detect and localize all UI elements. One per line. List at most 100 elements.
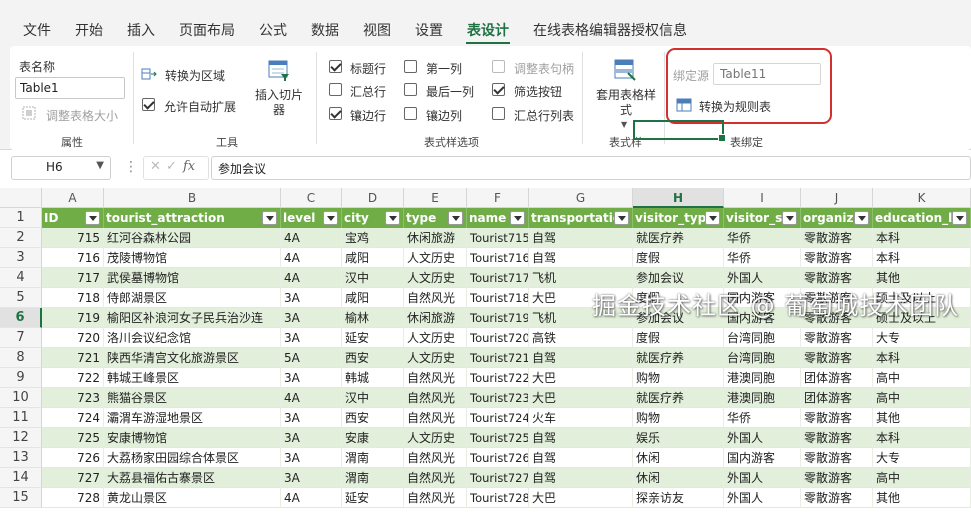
column-header-i[interactable]: I <box>724 188 801 208</box>
table-header-cell[interactable]: transportation <box>529 208 633 228</box>
table-cell[interactable]: 外国人 <box>724 268 801 288</box>
table-cell[interactable]: 自驾 <box>529 228 633 248</box>
table-cell[interactable]: 华侨 <box>724 248 801 268</box>
row-header-10[interactable]: 10 <box>0 388 42 408</box>
column-header-k[interactable]: K <box>873 188 971 208</box>
column-header-f[interactable]: F <box>467 188 529 208</box>
table-header-cell[interactable]: visitor_type <box>633 208 724 228</box>
banded-rows-checkbox[interactable] <box>329 107 342 120</box>
table-cell[interactable]: 汉中 <box>342 268 404 288</box>
table-cell[interactable]: 汉中 <box>342 388 404 408</box>
table-name-input[interactable] <box>15 77 125 99</box>
table-cell[interactable]: 本科 <box>873 248 971 268</box>
table-cell[interactable]: 3A <box>281 448 342 468</box>
table-cell[interactable]: Tourist716 <box>467 248 529 268</box>
table-cell[interactable]: 娱乐 <box>633 428 724 448</box>
table-cell[interactable]: 零散游客 <box>801 448 873 468</box>
formula-input[interactable]: 参加会议 <box>211 156 971 180</box>
table-cell[interactable]: 其他 <box>873 408 971 428</box>
table-cell[interactable]: 度假 <box>633 248 724 268</box>
table-cell[interactable]: Tourist718 <box>467 288 529 308</box>
row-header-15[interactable]: 15 <box>0 488 42 508</box>
column-header-e[interactable]: E <box>404 188 467 208</box>
table-cell[interactable]: 自然风光 <box>404 388 467 408</box>
select-all-corner[interactable] <box>0 188 42 208</box>
filter-dropdown-icon[interactable] <box>705 211 720 225</box>
table-cell[interactable]: Tourist728 <box>467 488 529 508</box>
table-cell[interactable]: Tourist726 <box>467 448 529 468</box>
table-cell[interactable]: 721 <box>42 348 104 368</box>
name-box[interactable]: H6 ▼ <box>11 156 111 180</box>
table-cell[interactable]: 熊猫谷景区 <box>104 388 281 408</box>
table-cell[interactable]: 高铁 <box>529 328 633 348</box>
table-cell[interactable]: 零散游客 <box>801 468 873 488</box>
table-cell[interactable]: 715 <box>42 228 104 248</box>
table-header-cell[interactable]: city <box>342 208 404 228</box>
row-header-1[interactable]: 1 <box>0 208 42 228</box>
column-header-j[interactable]: J <box>801 188 873 208</box>
table-cell[interactable]: 本科 <box>873 348 971 368</box>
table-header-cell[interactable]: education_l <box>873 208 971 228</box>
filter-dropdown-icon[interactable] <box>323 211 338 225</box>
table-cell[interactable]: Tourist724 <box>467 408 529 428</box>
table-cell[interactable]: 韩城王峰景区 <box>104 368 281 388</box>
tab-page-layout[interactable]: 页面布局 <box>179 20 235 40</box>
table-cell[interactable]: 人文历史 <box>404 248 467 268</box>
table-cell[interactable]: 4A <box>281 388 342 408</box>
table-cell[interactable]: 黄龙山景区 <box>104 488 281 508</box>
table-cell[interactable]: 726 <box>42 448 104 468</box>
tab-file[interactable]: 文件 <box>23 20 51 40</box>
filter-dropdown-icon[interactable] <box>85 211 100 225</box>
filter-dropdown-icon[interactable] <box>614 211 629 225</box>
table-cell[interactable]: 外国人 <box>724 468 801 488</box>
total-row-list-checkbox[interactable] <box>492 107 505 120</box>
table-cell[interactable]: 飞机 <box>529 268 633 288</box>
table-cell[interactable]: 零散游客 <box>801 228 873 248</box>
table-cell[interactable]: 国内游客 <box>724 448 801 468</box>
table-cell[interactable]: 自然风光 <box>404 448 467 468</box>
table-cell[interactable]: 韩城 <box>342 368 404 388</box>
filter-dropdown-icon[interactable] <box>262 211 277 225</box>
filter-dropdown-icon[interactable] <box>510 211 525 225</box>
table-cell[interactable]: 3A <box>281 288 342 308</box>
table-cell[interactable]: 4A <box>281 488 342 508</box>
filter-dropdown-icon[interactable] <box>782 211 797 225</box>
table-cell[interactable]: 高中 <box>873 468 971 488</box>
table-cell[interactable]: 西安 <box>342 408 404 428</box>
table-cell[interactable]: 718 <box>42 288 104 308</box>
table-cell[interactable]: 723 <box>42 388 104 408</box>
tab-view[interactable]: 视图 <box>363 20 391 40</box>
total-row-checkbox[interactable] <box>329 83 342 96</box>
table-cell[interactable]: 休闲 <box>633 468 724 488</box>
table-cell[interactable]: 渭南 <box>342 448 404 468</box>
table-cell[interactable]: 外国人 <box>724 428 801 448</box>
more-icon[interactable]: ⋮ <box>124 159 138 175</box>
table-cell[interactable]: 购物 <box>633 408 724 428</box>
table-header-cell[interactable]: name <box>467 208 529 228</box>
table-cell[interactable]: 3A <box>281 368 342 388</box>
table-cell[interactable]: 零散游客 <box>801 348 873 368</box>
table-cell[interactable]: 港澳同胞 <box>724 368 801 388</box>
column-header-a[interactable]: A <box>42 188 104 208</box>
table-cell[interactable]: 大巴 <box>529 488 633 508</box>
table-cell[interactable]: 3A <box>281 328 342 348</box>
tab-license-info[interactable]: 在线表格编辑器授权信息 <box>533 20 687 40</box>
table-cell[interactable]: 4A <box>281 268 342 288</box>
table-cell[interactable]: 3A <box>281 428 342 448</box>
table-cell[interactable]: 港澳同胞 <box>724 388 801 408</box>
table-header-cell[interactable]: ID <box>42 208 104 228</box>
first-column-checkbox[interactable] <box>404 60 417 73</box>
row-header-14[interactable]: 14 <box>0 468 42 488</box>
table-header-cell[interactable]: visitor_sta <box>724 208 801 228</box>
table-cell[interactable]: 洛川会议纪念馆 <box>104 328 281 348</box>
table-cell[interactable]: 自然风光 <box>404 288 467 308</box>
table-cell[interactable]: 高中 <box>873 368 971 388</box>
table-cell[interactable]: 人文历史 <box>404 268 467 288</box>
table-cell[interactable]: 购物 <box>633 368 724 388</box>
filter-dropdown-icon[interactable] <box>854 211 869 225</box>
table-cell[interactable]: 就医疗养 <box>633 228 724 248</box>
table-cell[interactable]: 本科 <box>873 428 971 448</box>
table-cell[interactable]: 咸阳 <box>342 288 404 308</box>
table-cell[interactable]: 零散游客 <box>801 328 873 348</box>
table-cell[interactable]: 武侯墓博物馆 <box>104 268 281 288</box>
